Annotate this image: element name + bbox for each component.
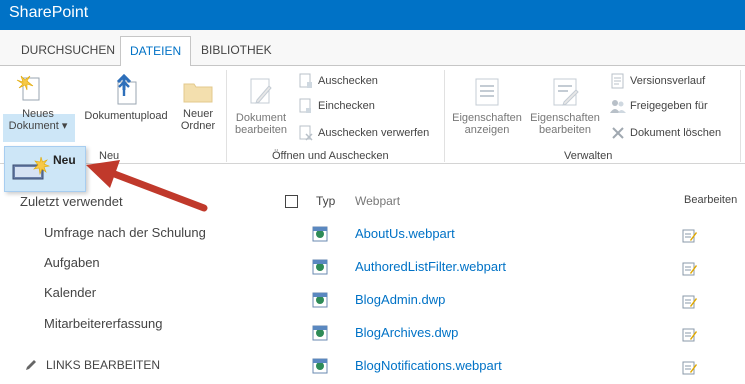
edit-properties-label-2: bearbeiten (539, 124, 591, 136)
list-item-link[interactable]: BlogArchives.dwp (355, 325, 458, 340)
version-history-button[interactable]: Versionsverlauf (610, 71, 705, 91)
edit-item-icon[interactable] (682, 359, 698, 375)
select-all-checkbox[interactable] (285, 195, 298, 208)
people-icon (610, 98, 626, 114)
new-menu-label: Neu (53, 153, 76, 167)
list-item-link[interactable]: AuthoredListFilter.webpart (355, 259, 506, 274)
shared-with-button[interactable]: Freigegeben für (610, 96, 708, 116)
new-document-button[interactable]: Neues Dokument ▾ (5, 74, 71, 132)
webpart-file-icon (312, 259, 328, 275)
quick-launch-item[interactable]: Umfrage nach der Schulung (44, 225, 206, 240)
new-folder-label-2: Ordner (180, 120, 216, 132)
quick-launch-item[interactable]: Aufgaben (44, 255, 100, 270)
quick-launch-item[interactable]: Kalender (44, 285, 96, 300)
edit-document-icon (250, 78, 272, 104)
checkin-icon (298, 98, 314, 114)
webpart-file-icon (312, 358, 328, 374)
view-properties-icon (475, 78, 499, 106)
upload-label: Dokumentupload (84, 110, 168, 122)
edit-links-label: LINKS BEARBEITEN (46, 358, 161, 372)
new-document-dropdown-item[interactable]: Neu (4, 146, 86, 192)
discard-checkout-label: Auschecken verwerfen (318, 127, 430, 139)
folder-icon (183, 83, 213, 103)
view-properties-label-2: anzeigen (464, 124, 510, 136)
ribbon-tabs: DURCHSUCHEN DATEIEN BIBLIOTHEK (0, 30, 745, 67)
upload-icon (116, 74, 137, 105)
delete-document-label: Dokument löschen (630, 127, 722, 139)
ribbon: Neues Dokument ▾ Dokumentupload Neuer Or… (0, 66, 745, 164)
group-separator (740, 70, 741, 162)
edit-links-button[interactable]: LINKS BEARBEITEN (24, 358, 160, 372)
checkin-button[interactable]: Einchecken (298, 96, 375, 116)
suite-bar: SharePoint (0, 0, 745, 30)
pencil-icon (26, 360, 36, 370)
webpart-file-icon (312, 325, 328, 341)
shared-with-label: Freigegeben für (630, 100, 708, 112)
group-label-open-checkout: Öffnen und Auschecken (272, 150, 389, 162)
tab-browse[interactable]: DURCHSUCHEN (12, 36, 124, 66)
quick-launch-heading[interactable]: Zuletzt verwendet (20, 194, 123, 209)
tab-library[interactable]: BIBLIOTHEK (192, 36, 281, 66)
new-folder-button[interactable]: Neuer Ordner (176, 78, 220, 132)
tab-files[interactable]: DATEIEN (120, 36, 192, 67)
delete-document-button[interactable]: Dokument löschen (610, 123, 721, 143)
checkin-label: Einchecken (318, 100, 375, 112)
group-separator (226, 70, 227, 162)
new-folder-label-1: Neuer (183, 108, 213, 120)
edit-properties-icon (553, 78, 579, 106)
list-item-link[interactable]: AboutUs.webpart (355, 226, 455, 241)
column-header-edit: Bearbeiten (684, 194, 738, 206)
new-document-label-1: Neues (22, 108, 54, 120)
quick-launch-item[interactable]: Mitarbeitererfassung (44, 316, 163, 331)
view-properties-button[interactable]: Eigenschaften anzeigen (448, 76, 526, 136)
webpart-file-icon (312, 226, 328, 242)
edit-item-icon[interactable] (682, 293, 698, 309)
version-history-icon (610, 73, 626, 89)
edit-item-icon[interactable] (682, 227, 698, 243)
new-document-label-2: Dokument ▾ (8, 120, 68, 132)
edit-item-icon[interactable] (682, 260, 698, 276)
list-item-link[interactable]: BlogAdmin.dwp (355, 292, 445, 307)
group-separator (444, 70, 445, 162)
brand-title[interactable]: SharePoint (9, 4, 88, 22)
checkout-label: Auschecken (318, 75, 378, 87)
checkout-button[interactable]: Auschecken (298, 71, 378, 91)
delete-icon (610, 125, 626, 141)
column-header-name[interactable]: Webpart (355, 194, 400, 208)
version-history-label: Versionsverlauf (630, 75, 706, 87)
list-item-link[interactable]: BlogNotifications.webpart (355, 358, 502, 373)
edit-document-label-2: bearbeiten (235, 124, 287, 136)
edit-document-label-1: Dokument (235, 112, 287, 124)
group-label-manage: Verwalten (564, 150, 613, 162)
column-header-type[interactable]: Typ (316, 194, 335, 208)
annotation-arrow (86, 160, 208, 212)
view-properties-label-1: Eigenschaften (452, 112, 522, 124)
edit-properties-button[interactable]: Eigenschaften bearbeiten (526, 76, 604, 136)
edit-properties-label-1: Eigenschaften (530, 112, 600, 124)
discard-checkout-icon (298, 125, 314, 141)
edit-document-button[interactable]: Dokument bearbeiten (230, 76, 292, 136)
discard-checkout-button[interactable]: Auschecken verwerfen (298, 123, 429, 143)
checkout-icon (298, 73, 314, 89)
new-document-icon (16, 75, 40, 101)
new-document-icon (12, 156, 51, 180)
edit-item-icon[interactable] (682, 326, 698, 342)
webpart-file-icon (312, 292, 328, 308)
upload-document-button[interactable]: Dokumentupload (80, 74, 172, 122)
